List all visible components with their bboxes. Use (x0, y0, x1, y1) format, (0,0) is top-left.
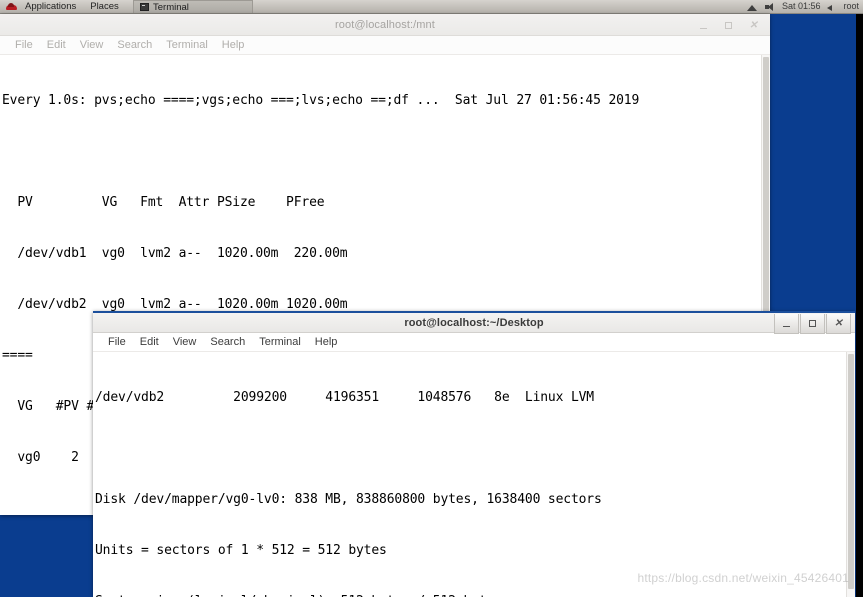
close-icon[interactable]: ✕ (826, 314, 851, 334)
screen: Applications Places Terminal Sat 01:56 r… (0, 0, 863, 597)
menu-search[interactable]: Search (203, 333, 252, 351)
window1-menubar: File Edit View Search Terminal Help (0, 36, 770, 55)
menu-applications[interactable]: Applications (18, 0, 83, 13)
menu-search[interactable]: Search (110, 36, 159, 54)
window2-title: root@localhost:~/Desktop (404, 316, 544, 329)
terminal-window-desktop[interactable]: root@localhost:~/Desktop ✕ File Edit Vie… (93, 311, 855, 597)
window1-title: root@localhost:/mnt (335, 18, 435, 31)
menu-file[interactable]: File (101, 333, 133, 351)
menu-edit[interactable]: Edit (133, 333, 166, 351)
top-panel: Applications Places Terminal Sat 01:56 r… (0, 0, 863, 14)
menu-terminal[interactable]: Terminal (252, 333, 308, 351)
user-label[interactable]: root (843, 0, 859, 13)
minimize-icon[interactable] (691, 15, 716, 36)
window2-scrollbar-thumb[interactable] (848, 354, 854, 589)
panel-left-group: Applications Places (6, 0, 126, 13)
watermark: https://blog.csdn.net/weixin_45426401 (637, 571, 849, 585)
menu-view[interactable]: View (166, 333, 204, 351)
menu-file[interactable]: File (8, 36, 40, 54)
menu-help[interactable]: Help (308, 333, 345, 351)
close-icon[interactable]: ✕ (741, 15, 766, 36)
menu-edit[interactable]: Edit (40, 36, 73, 54)
terminal-icon (140, 3, 149, 11)
panel-right-group: Sat 01:56 root (746, 0, 859, 13)
menu-help[interactable]: Help (215, 36, 252, 54)
terminal-line: PV VG Fmt Attr PSize PFree (2, 195, 325, 210)
window1-controls: ✕ (691, 14, 766, 36)
maximize-icon[interactable] (716, 15, 741, 36)
window2-titlebar[interactable]: root@localhost:~/Desktop ✕ (93, 311, 855, 335)
volume-icon[interactable] (764, 3, 775, 12)
network-icon[interactable] (746, 3, 758, 12)
window2-menubar: File Edit View Search Terminal Help (93, 333, 855, 352)
window2-scrollbar[interactable] (846, 352, 855, 597)
window2-terminal-output[interactable]: /dev/vdb2 2099200 4196351 1048576 8e Lin… (93, 352, 855, 597)
user-icon (827, 3, 836, 12)
window1-titlebar[interactable]: root@localhost:/mnt ✕ (0, 14, 770, 36)
menu-view[interactable]: View (73, 36, 111, 54)
terminal-line: /dev/vdb2 2099200 4196351 1048576 8e Lin… (95, 390, 594, 405)
terminal-line: Units = sectors of 1 * 512 = 512 bytes (95, 543, 387, 558)
menu-places[interactable]: Places (83, 0, 126, 13)
terminal-line: /dev/vdb1 vg0 lvm2 a-- 1020.00m 220.00m (2, 246, 348, 261)
screen-right-edge (856, 0, 863, 597)
minimize-icon[interactable] (774, 314, 799, 334)
menu-terminal[interactable]: Terminal (159, 36, 215, 54)
redhat-logo-icon (6, 2, 17, 12)
terminal-line: Sector size (logical/physical): 512 byte… (93, 593, 855, 597)
terminal-line: Every 1.0s: pvs;echo ====;vgs;echo ===;l… (2, 93, 640, 108)
taskbar-item-label: Terminal (153, 1, 189, 13)
terminal-line: Disk /dev/mapper/vg0-lv0: 838 MB, 838860… (95, 492, 602, 507)
clock-label[interactable]: Sat 01:56 (782, 0, 821, 13)
taskbar-item-terminal[interactable]: Terminal (133, 0, 253, 13)
window2-controls: ✕ (773, 313, 851, 335)
maximize-icon[interactable] (800, 314, 825, 334)
